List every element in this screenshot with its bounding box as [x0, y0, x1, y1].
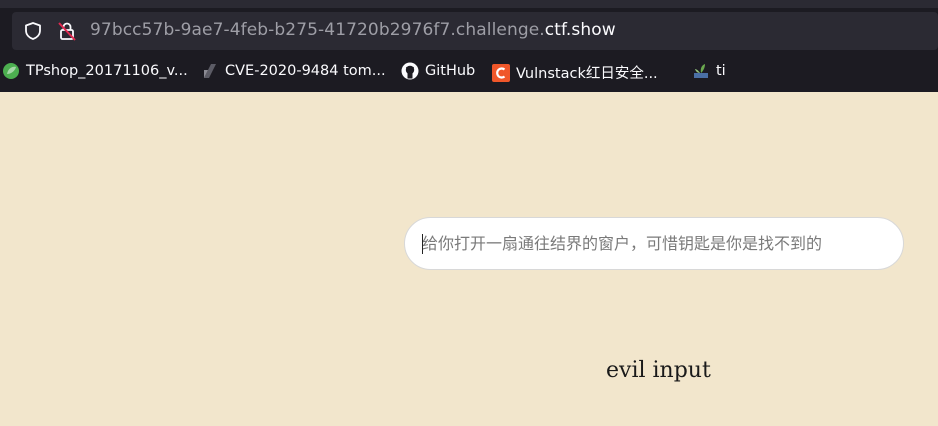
search-input[interactable] — [405, 218, 903, 269]
url-host-prefix: 97bcc57b-9ae7-4feb-b275-41720b2976f7.cha… — [90, 20, 545, 40]
github-icon — [401, 62, 419, 80]
page-icon — [201, 62, 219, 80]
bookmark-label: GitHub — [425, 63, 476, 79]
c-logo-icon — [492, 63, 510, 82]
bookmark-tpshop[interactable]: TPshop_20171106_v... — [2, 62, 188, 80]
url-text[interactable]: 97bcc57b-9ae7-4feb-b275-41720b2976f7.cha… — [90, 20, 616, 40]
bookmark-cve[interactable]: CVE-2020-9484 tom... — [201, 62, 386, 80]
bookmark-label: ti — [716, 63, 726, 79]
page-caption: evil input — [606, 358, 711, 383]
insecure-lock-icon[interactable] — [56, 20, 78, 42]
plant-icon — [692, 62, 710, 80]
shield-icon[interactable] — [22, 20, 44, 42]
bookmark-vulnstack[interactable]: Vulnstack红日安全... — [492, 62, 658, 83]
bookmark-ti[interactable]: ti — [692, 62, 726, 80]
bookmark-label: CVE-2020-9484 tom... — [225, 63, 386, 79]
text-caret — [422, 234, 423, 254]
address-bar[interactable]: 97bcc57b-9ae7-4feb-b275-41720b2976f7.cha… — [12, 12, 938, 50]
green-circle-icon — [2, 62, 20, 80]
bookmarks-toolbar: TPshop_20171106_v... CVE-2020-9484 tom..… — [0, 58, 938, 88]
bookmark-label: TPshop_20171106_v... — [26, 63, 188, 79]
tab-strip — [0, 0, 938, 8]
bookmark-label: Vulnstack红日安全... — [516, 66, 658, 82]
bookmark-github[interactable]: GitHub — [401, 62, 475, 80]
search-box[interactable] — [404, 217, 904, 270]
url-host-domain: ctf.show — [544, 20, 616, 40]
